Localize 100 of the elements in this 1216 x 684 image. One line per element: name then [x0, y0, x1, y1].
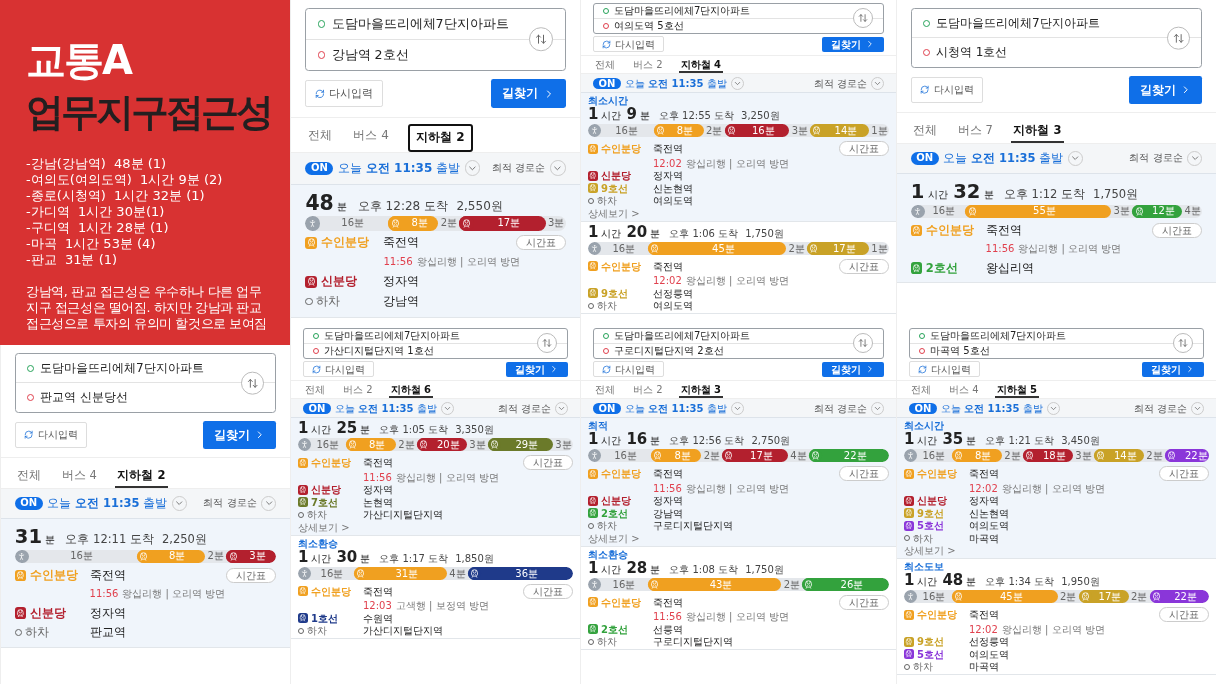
line-name: 9호선: [904, 636, 969, 647]
summary-line: -마곡 1시간 53분 (4): [26, 235, 157, 252]
line-name: 수인분당: [910, 223, 986, 238]
reset-button[interactable]: 다시입력: [303, 361, 374, 377]
tab[interactable]: 전체: [14, 464, 44, 488]
details-link[interactable]: 상세보기 >: [588, 207, 889, 219]
timetable-button[interactable]: 시간표: [523, 455, 573, 470]
timetable-button[interactable]: 시간표: [523, 583, 573, 599]
route-card[interactable]: 최소도보 1 시간 48 분 오후 1:34 도착 1,950원 16분 45분 2분 17분 2분 22분 수인분당 죽전역 시간표 12:02 왕십리행 | 오리역 방면 9호선 선정릉역 5호선 여의도역 하차 마곡역: [897, 559, 1216, 675]
route-card[interactable]: 1 시간 32 분 오후 1:12 도착 1,750원 16분 55분 3분 12분 4분 수인분당 죽전역 시간표 11:56 왕십리행 | 오리역 방면 2호선 왕십리역: [897, 174, 1216, 284]
tab[interactable]: 버스 7: [955, 119, 996, 143]
reset-button[interactable]: 다시입력: [909, 361, 980, 377]
swap-button[interactable]: [1167, 26, 1190, 50]
on-badge[interactable]: ON: [593, 77, 621, 89]
departure-time[interactable]: 오늘 오전 11:35 출발: [624, 402, 727, 414]
tab[interactable]: 지하철 3: [1011, 119, 1064, 143]
on-badge[interactable]: ON: [593, 402, 621, 414]
route-search-box[interactable]: 도담마을뜨리에체7단지아파트 판교역 신분당선: [14, 353, 277, 413]
origin-field[interactable]: 도담마을뜨리에체7단지아파트: [306, 9, 565, 39]
on-badge[interactable]: ON: [14, 497, 43, 510]
sort-dropdown[interactable]: 최적 경로순: [813, 77, 867, 89]
tab[interactable]: 버스 2: [341, 382, 375, 398]
search-button[interactable]: 길찾기: [506, 361, 568, 377]
reset-button[interactable]: 다시입력: [593, 361, 664, 377]
departure-time[interactable]: 오늘 오전 11:35 출발: [47, 496, 168, 511]
search-button[interactable]: 길찾기: [203, 420, 277, 449]
details-link[interactable]: 상세보기 >: [904, 545, 1209, 556]
sort-dropdown[interactable]: 최적 경로순: [813, 402, 867, 414]
departure-time[interactable]: 오늘 오전 11:35 출발: [943, 151, 1064, 166]
route-search-box[interactable]: 도담마을뜨리에체7단지아파트 마곡역 5호선: [909, 327, 1204, 359]
tab[interactable]: 버스 4: [350, 124, 392, 152]
sort-dropdown[interactable]: 최적 경로순: [203, 497, 257, 510]
origin-field[interactable]: 도담마을뜨리에체7단지아파트: [910, 328, 1203, 343]
search-button[interactable]: 길찾기: [822, 36, 884, 52]
timetable-button[interactable]: 시간표: [1159, 466, 1209, 481]
origin-field[interactable]: 도담마을뜨리에체7단지아파트: [911, 9, 1202, 38]
departure-time[interactable]: 오늘 오전 11:35 출발: [334, 402, 437, 414]
route-card[interactable]: 최소시간 1 시간 35 분 오후 1:21 도착 3,450원 16분 8분 2분 18분 3분 14분 2분 22분 수인분당 죽전역 시간표 12:02 왕십리행 | 오리역 방면 신분당 정자역 9호선 신논현역 5호선 여의도역 하차 마곡역 상세보기 >: [897, 418, 1216, 559]
timetable-button[interactable]: 시간표: [226, 568, 277, 583]
tab[interactable]: 전체: [593, 382, 617, 398]
sort-dropdown[interactable]: 최적 경로순: [1129, 152, 1183, 165]
tab[interactable]: 버스 2: [631, 57, 665, 73]
departure-time[interactable]: 오늘 오전 11:35 출발: [624, 77, 727, 89]
route-search-box[interactable]: 도담마을뜨리에체7단지아파트 강남역 2호선: [305, 8, 566, 71]
reset-button[interactable]: 다시입력: [305, 79, 383, 108]
tab[interactable]: 지하철 2: [115, 464, 168, 488]
departure-time[interactable]: 오늘 오전 11:35 출발: [338, 160, 461, 176]
timetable-button[interactable]: 시간표: [515, 235, 566, 251]
reset-button[interactable]: 다시입력: [593, 36, 664, 52]
timetable-button[interactable]: 시간표: [839, 466, 889, 481]
search-button[interactable]: 길찾기: [1129, 75, 1203, 104]
on-badge[interactable]: ON: [909, 402, 937, 414]
duration-unit: 시간: [601, 227, 622, 239]
route-card[interactable]: 최적 1 시간 16 분 오후 12:56 도착 2,750원 16분 8분 2분 17분 4분 22분 수인분당 죽전역 시간표 11:56 왕십리행 | 오리역 방면 신분당 정자역 2호선 강남역 하차 구로디지털단지역 상세보기 >: [581, 418, 896, 547]
tab[interactable]: 전체: [909, 382, 933, 398]
reset-button[interactable]: 다시입력: [910, 76, 983, 104]
tab[interactable]: 버스 2: [631, 382, 665, 398]
origin-field[interactable]: 도담마을뜨리에체7단지아파트: [304, 328, 567, 343]
search-button[interactable]: 길찾기: [822, 361, 884, 377]
reset-button[interactable]: 다시입력: [14, 421, 87, 449]
route-search-box[interactable]: 도담마을뜨리에체7단지아파트 시청역 1호선: [910, 8, 1203, 68]
sort-dropdown[interactable]: 최적 경로순: [497, 402, 551, 414]
search-button[interactable]: 길찾기: [1142, 361, 1204, 377]
timetable-button[interactable]: 시간표: [1159, 607, 1209, 622]
route-card[interactable]: 1 시간 25 분 오후 1:05 도착 3,350원 16분 8분 2분 20분 3분 29분 3분 수인분당 죽전역 시간표 11:56 왕십리행 | 오리역 방면 신분당 정자역 7호선 논현역 하차 가산디지털단지역 상세보기 >: [291, 418, 580, 536]
route-card[interactable]: 최소시간 1 시간 9 분 오후 12:55 도착 3,250원 16분 8분 2분 16분 3분 14분 1분 수인분당 죽전역 시간표 12:02 왕십리행 | 오리역 방면 신분당 정자역 9호선 신논현역 하차 여의도역 상세보기 >: [581, 93, 896, 222]
duration-unit: 분: [639, 110, 650, 121]
details-link[interactable]: 상세보기 >: [588, 532, 889, 544]
fare: 1,750원: [745, 563, 784, 575]
timetable-button[interactable]: 시간표: [1152, 223, 1203, 238]
tab[interactable]: 버스 4: [59, 464, 100, 488]
timetable-button[interactable]: 시간표: [839, 594, 889, 610]
ride-time: 8분: [411, 217, 428, 230]
on-badge[interactable]: ON: [303, 402, 331, 414]
origin-field[interactable]: 도담마을뜨리에체7단지아파트: [594, 3, 883, 18]
route-search-box[interactable]: 도담마을뜨리에체7단지아파트 가산디지털단지역 1호선: [303, 327, 568, 359]
route-card[interactable]: 31 분 오후 12:11 도착 2,250원 16분 8분 2분 3분 수인분당 죽전역 시간표 11:56 왕십리행 | 오리역 방면 신분당 정자역 하차 판교역: [1, 519, 290, 648]
timetable-button[interactable]: 시간표: [839, 258, 889, 274]
sort-dropdown[interactable]: 최적 경로순: [1133, 402, 1187, 414]
swap-button[interactable]: [529, 27, 553, 52]
sort-dropdown[interactable]: 최적 경로순: [491, 161, 546, 175]
tab[interactable]: 전체: [303, 382, 327, 398]
on-badge[interactable]: ON: [305, 162, 334, 175]
tab[interactable]: 전체: [593, 57, 617, 73]
train-icon: [417, 438, 430, 451]
route-search-box[interactable]: 도담마을뜨리에체7단지아파트 여의도역 5호선: [593, 2, 884, 34]
route-card[interactable]: 48 분 오후 12:28 도착 2,550원 16분 8분 2분 17분 3분 수인분당 죽전역 시간표 11:56 왕십리행 | 오리역 방면 신분당 정자역 하차 강남역: [291, 184, 580, 318]
departure-time[interactable]: 오늘 오전 11:35 출발: [940, 402, 1043, 414]
swap-button[interactable]: [241, 371, 264, 395]
search-button[interactable]: 길찾기: [491, 78, 566, 109]
tab[interactable]: 버스 4: [947, 382, 981, 398]
origin-field[interactable]: 도담마을뜨리에체7단지아파트: [594, 328, 883, 343]
timetable-button[interactable]: 시간표: [839, 141, 889, 156]
tab[interactable]: 전체: [305, 124, 335, 152]
origin-field[interactable]: 도담마을뜨리에체7단지아파트: [15, 354, 276, 383]
details-link[interactable]: 상세보기 >: [298, 521, 573, 533]
on-badge[interactable]: ON: [910, 152, 939, 165]
tab[interactable]: 지하철 2: [408, 124, 473, 152]
tab[interactable]: 전체: [910, 119, 940, 143]
route-search-box[interactable]: 도담마을뜨리에체7단지아파트 구로디지털단지역 2호선: [593, 327, 884, 359]
